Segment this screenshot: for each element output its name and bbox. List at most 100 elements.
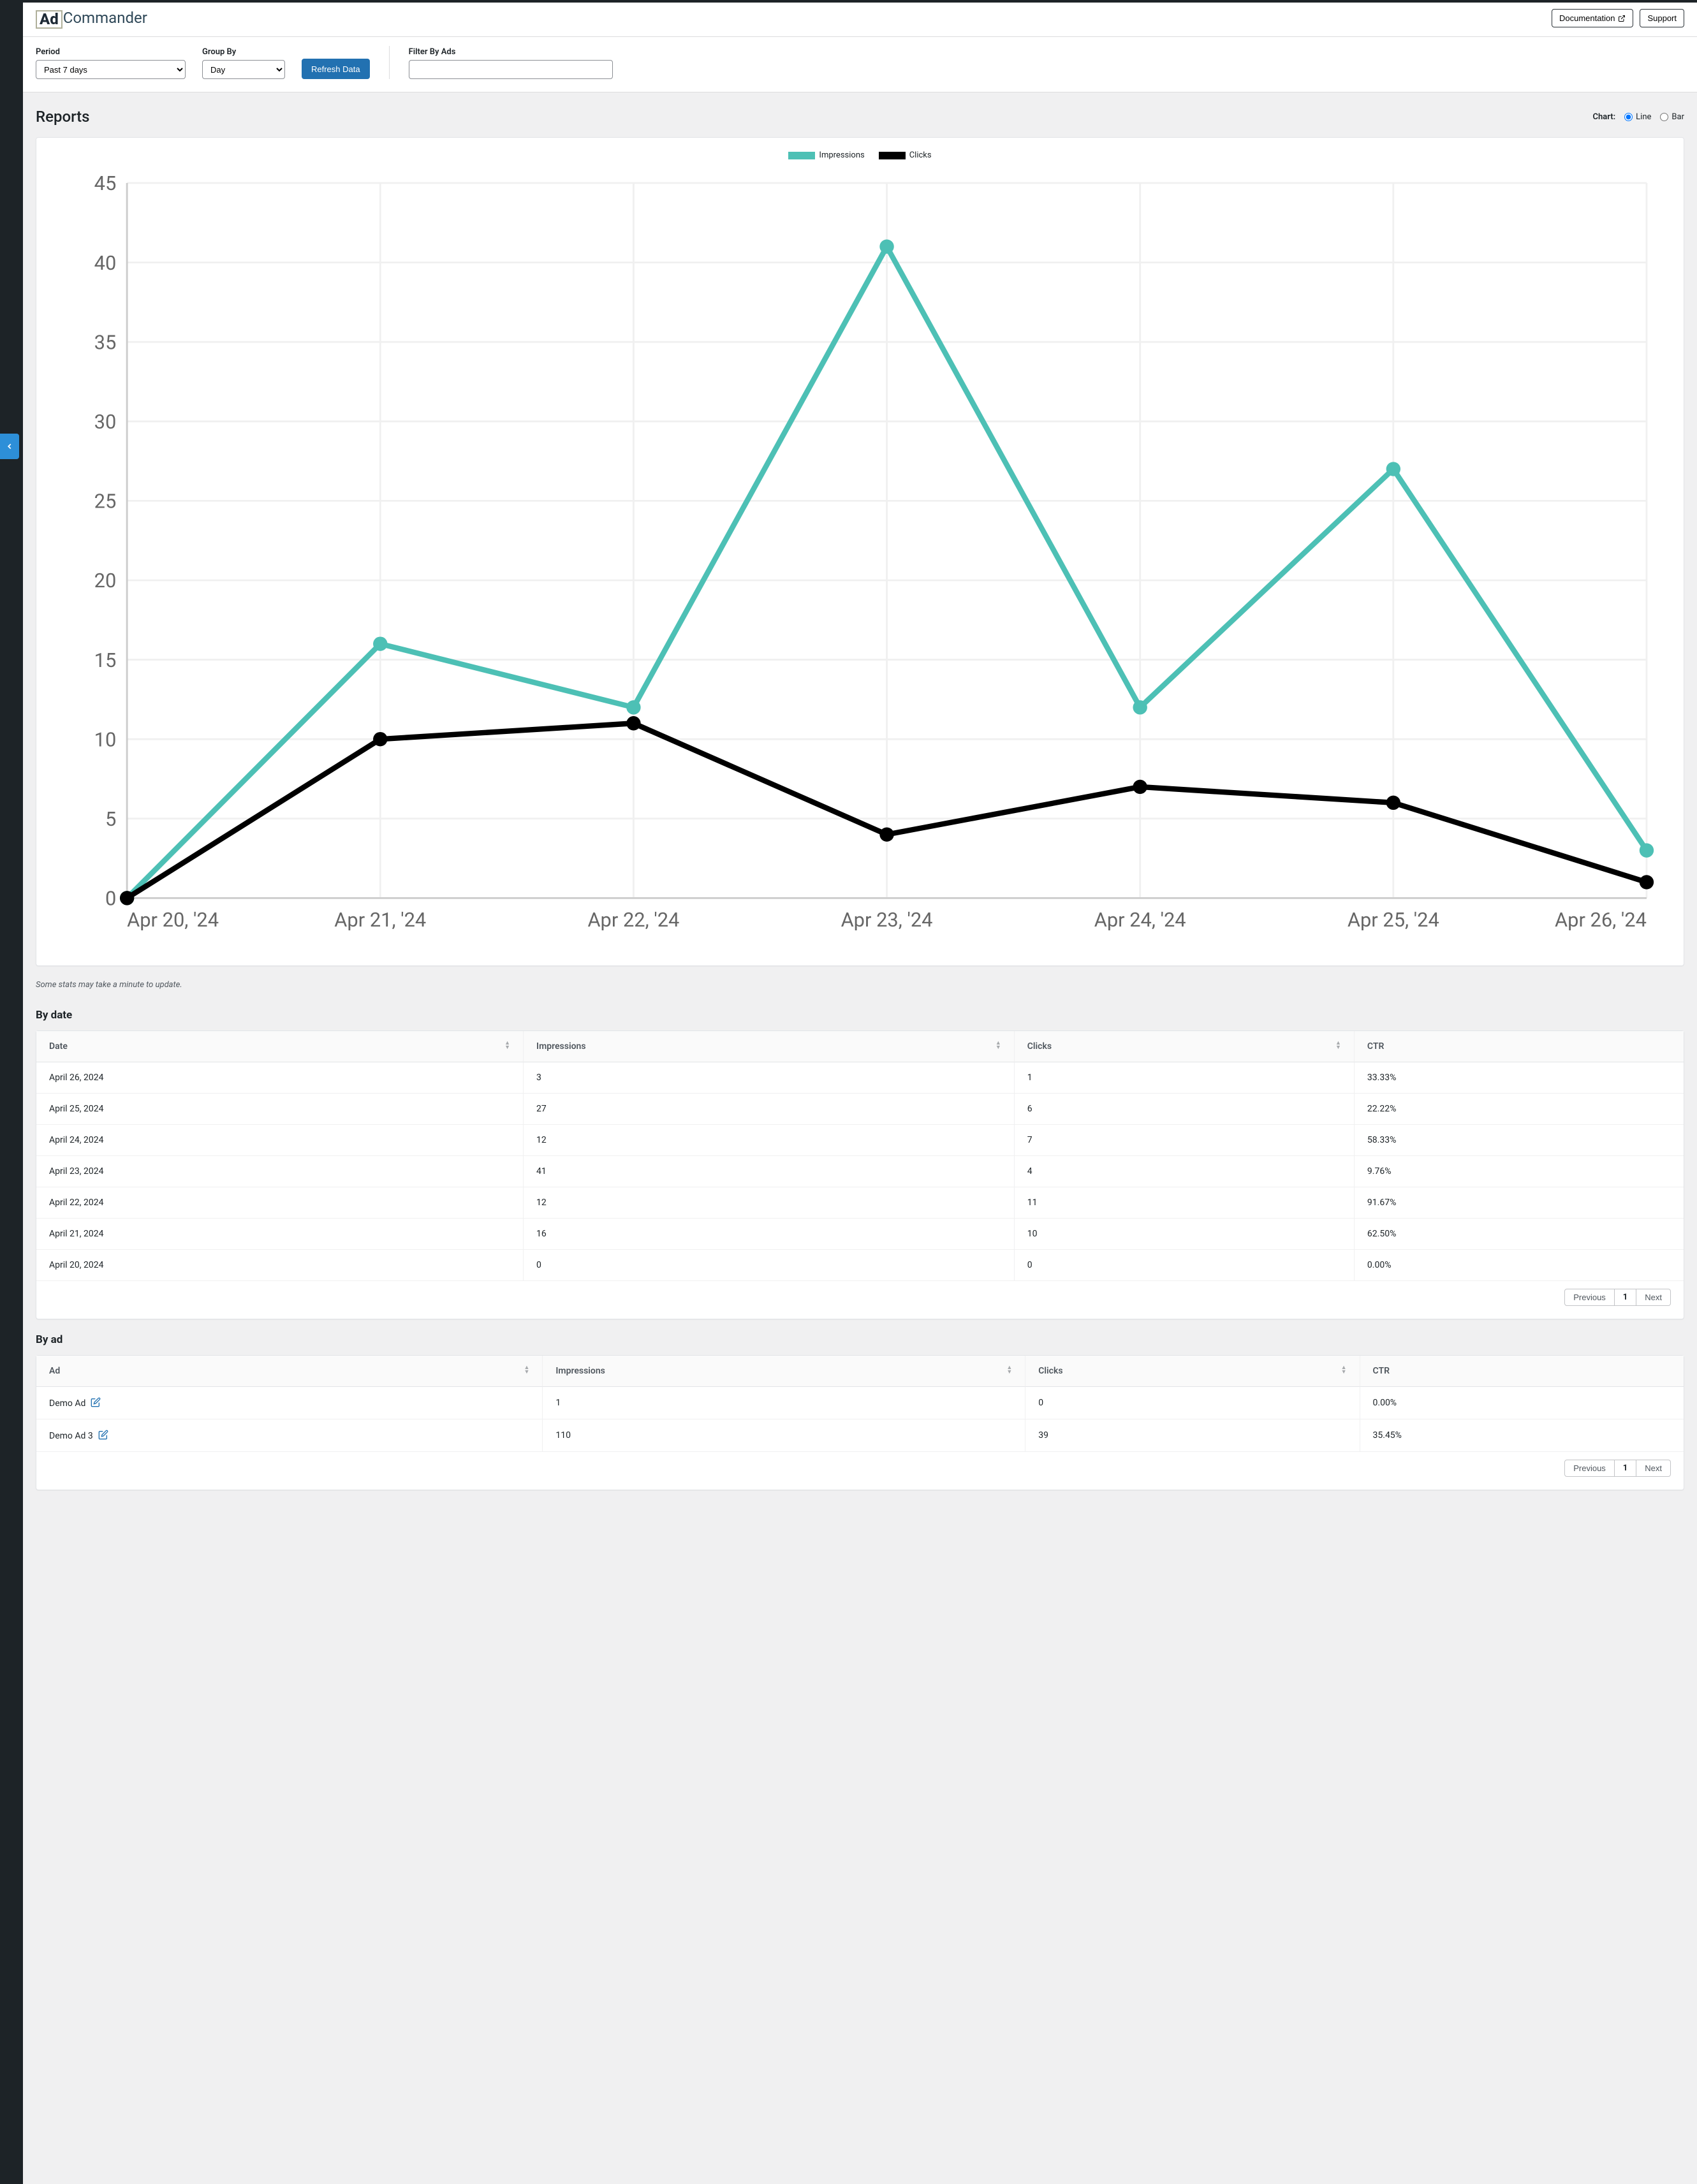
svg-text:15: 15 [94, 649, 117, 672]
sort-icon[interactable]: ▲▼ [504, 1041, 510, 1050]
cell: 4 [1015, 1156, 1355, 1187]
col-ctr[interactable]: CTR [1360, 1356, 1684, 1387]
cell: 62.50% [1355, 1219, 1684, 1250]
by-date-prev-button[interactable]: Previous [1564, 1289, 1615, 1306]
svg-text:Apr 23, '24: Apr 23, '24 [841, 908, 933, 932]
sort-icon[interactable]: ▲▼ [524, 1366, 529, 1375]
group-by-select[interactable]: Day [202, 60, 285, 79]
chart-label: Chart: [1593, 112, 1616, 122]
support-label: Support [1647, 13, 1677, 23]
sort-icon[interactable]: ▲▼ [1341, 1366, 1347, 1375]
svg-text:40: 40 [94, 251, 117, 275]
cell: 11 [1015, 1187, 1355, 1219]
col-clicks[interactable]: Clicks▲▼ [1025, 1356, 1360, 1387]
cell: 33.33% [1355, 1062, 1684, 1094]
table-row: April 23, 20244149.76% [36, 1156, 1684, 1187]
chart-type-toggle: Chart: Line Bar [1593, 112, 1684, 122]
by-ad-card: Ad▲▼Impressions▲▼Clicks▲▼CTR Demo Ad100.… [36, 1355, 1684, 1490]
cell: Demo Ad [36, 1387, 543, 1419]
documentation-label: Documentation [1559, 13, 1615, 23]
chart-bar-option[interactable]: Bar [1660, 112, 1684, 122]
col-ctr[interactable]: CTR [1355, 1031, 1684, 1062]
svg-text:Apr 22, '24: Apr 22, '24 [587, 908, 679, 932]
svg-text:45: 45 [94, 172, 117, 195]
cell: April 22, 2024 [36, 1187, 524, 1219]
by-ad-table: Ad▲▼Impressions▲▼Clicks▲▼CTR Demo Ad100.… [36, 1356, 1684, 1452]
col-date[interactable]: Date▲▼ [36, 1031, 524, 1062]
cell: 10 [1015, 1219, 1355, 1250]
cell: 39 [1025, 1419, 1360, 1452]
cell: 1 [543, 1387, 1025, 1419]
filter-by-ads-input[interactable] [409, 60, 613, 79]
chart-bar-radio[interactable] [1660, 113, 1668, 121]
by-date-card: Date▲▼Impressions▲▼Clicks▲▼CTR April 26,… [36, 1030, 1684, 1319]
table-row: Demo Ad100.00% [36, 1387, 1684, 1419]
cell: 41 [524, 1156, 1015, 1187]
logo-bold: Ad [36, 10, 62, 29]
by-date-next-button[interactable]: Next [1636, 1289, 1671, 1306]
svg-text:Apr 20, '24: Apr 20, '24 [127, 908, 219, 932]
group-by-label: Group By [202, 47, 285, 57]
svg-text:10: 10 [94, 728, 117, 751]
divider [389, 46, 390, 79]
col-clicks[interactable]: Clicks▲▼ [1015, 1031, 1355, 1062]
support-button[interactable]: Support [1640, 9, 1684, 27]
edit-icon[interactable] [91, 1397, 101, 1407]
col-impressions[interactable]: Impressions▲▼ [524, 1031, 1015, 1062]
svg-text:20: 20 [94, 569, 117, 592]
cell: April 23, 2024 [36, 1156, 524, 1187]
table-row: April 20, 2024000.00% [36, 1250, 1684, 1281]
svg-text:0: 0 [105, 887, 116, 911]
cell: 12 [524, 1125, 1015, 1156]
by-date-title: By date [36, 1009, 1684, 1022]
legend-clicks: Clicks [909, 150, 932, 160]
cell: April 26, 2024 [36, 1062, 524, 1094]
cell: 22.22% [1355, 1094, 1684, 1125]
table-row: April 26, 20243133.33% [36, 1062, 1684, 1094]
external-link-icon [1618, 15, 1626, 22]
logo-rest: Commander [63, 9, 147, 27]
cell: 0.00% [1360, 1387, 1684, 1419]
by-ad-next-button[interactable]: Next [1636, 1460, 1671, 1477]
cell: 3 [524, 1062, 1015, 1094]
by-ad-prev-button[interactable]: Previous [1564, 1460, 1615, 1477]
period-select[interactable]: Past 7 days [36, 60, 186, 79]
documentation-button[interactable]: Documentation [1552, 9, 1633, 27]
drawer-toggle[interactable] [0, 434, 19, 459]
cell: 7 [1015, 1125, 1355, 1156]
svg-text:Apr 26, '24: Apr 26, '24 [1555, 908, 1647, 932]
sort-icon[interactable]: ▲▼ [1006, 1366, 1012, 1375]
chart-line-radio[interactable] [1624, 113, 1633, 121]
cell: 91.67% [1355, 1187, 1684, 1219]
impressions-swatch [788, 152, 815, 159]
svg-text:Apr 21, '24: Apr 21, '24 [334, 908, 426, 932]
clicks-swatch [879, 152, 906, 159]
cell: 1 [1015, 1062, 1355, 1094]
svg-text:25: 25 [94, 490, 117, 513]
cell: 0 [1025, 1387, 1360, 1419]
stats-note: Some stats may take a minute to update. [36, 980, 1684, 990]
table-row: April 25, 202427622.22% [36, 1094, 1684, 1125]
page-title: Reports [36, 108, 89, 126]
col-impressions[interactable]: Impressions▲▼ [543, 1356, 1025, 1387]
cell: 27 [524, 1094, 1015, 1125]
cell: 110 [543, 1419, 1025, 1452]
cell: 0 [524, 1250, 1015, 1281]
cell: April 20, 2024 [36, 1250, 524, 1281]
svg-text:35: 35 [94, 330, 117, 354]
sort-icon[interactable]: ▲▼ [1335, 1041, 1341, 1050]
cell: 0 [1015, 1250, 1355, 1281]
cell: 6 [1015, 1094, 1355, 1125]
period-label: Period [36, 47, 186, 57]
cell: 0.00% [1355, 1250, 1684, 1281]
col-ad[interactable]: Ad▲▼ [36, 1356, 543, 1387]
chart-line-option[interactable]: Line [1624, 112, 1651, 122]
by-ad-page-number: 1 [1615, 1460, 1636, 1477]
svg-text:Apr 24, '24: Apr 24, '24 [1094, 908, 1186, 932]
by-date-pager: Previous 1 Next [36, 1281, 1684, 1319]
sort-icon[interactable]: ▲▼ [995, 1041, 1001, 1050]
cell: 12 [524, 1187, 1015, 1219]
edit-icon[interactable] [98, 1430, 108, 1440]
refresh-data-button[interactable]: Refresh Data [302, 59, 370, 79]
report-chart: 051015202530354045Apr 20, '24Apr 21, '24… [55, 165, 1664, 951]
